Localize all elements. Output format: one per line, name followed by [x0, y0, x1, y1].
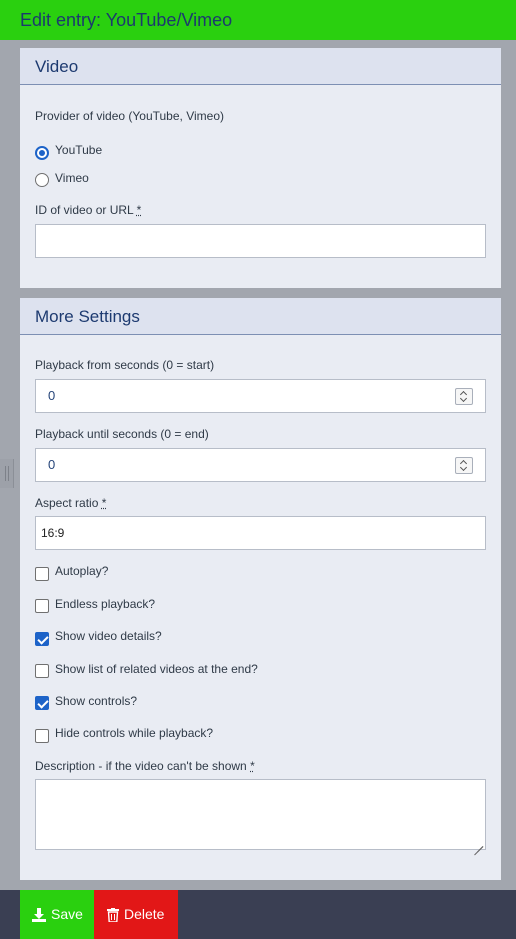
playback-from-stepper[interactable]: [455, 388, 473, 405]
delete-button[interactable]: Delete: [94, 890, 178, 939]
required-marker: *: [136, 203, 142, 217]
sidebar-drag-handle[interactable]: [0, 459, 14, 488]
hide-controls-label[interactable]: Hide controls while playback?: [55, 726, 213, 740]
endless-playback-label[interactable]: Endless playback?: [55, 597, 155, 611]
action-footer: Save Delete: [0, 890, 516, 939]
autoplay-label[interactable]: Autoplay?: [55, 564, 108, 578]
aspect-ratio-label: Aspect ratio *: [35, 496, 106, 510]
video-id-input[interactable]: [35, 224, 486, 258]
aspect-ratio-input[interactable]: 16:9: [35, 516, 486, 550]
required-marker: *: [101, 496, 107, 510]
show-video-details-checkbox[interactable]: [35, 632, 49, 646]
show-related-videos-checkbox[interactable]: [35, 664, 49, 678]
page-title: Edit entry: YouTube/Vimeo: [0, 0, 516, 40]
resize-grip-icon[interactable]: [471, 835, 484, 856]
video-id-label: ID of video or URL *: [35, 203, 141, 217]
playback-until-value: 0: [48, 457, 56, 472]
hide-controls-checkbox[interactable]: [35, 729, 49, 743]
save-button[interactable]: Save: [20, 890, 94, 939]
video-panel-title: Video: [20, 48, 501, 85]
playback-from-input[interactable]: 0: [35, 379, 486, 413]
show-controls-checkbox[interactable]: [35, 696, 49, 710]
required-marker: *: [250, 759, 255, 773]
video-id-label-text: ID of video or URL: [35, 203, 134, 217]
playback-until-label: Playback until seconds (0 = end): [35, 427, 209, 441]
show-controls-label[interactable]: Show controls?: [55, 694, 137, 708]
vimeo-radio[interactable]: [35, 173, 49, 187]
playback-until-input[interactable]: 0: [35, 448, 486, 482]
description-textarea[interactable]: [35, 779, 486, 856]
save-button-label: Save: [51, 906, 83, 922]
youtube-radio-label[interactable]: YouTube: [55, 143, 102, 157]
description-label-text: Description - if the video can't be show…: [35, 759, 247, 773]
show-related-videos-label[interactable]: Show list of related videos at the end?: [55, 662, 258, 676]
trash-icon: [107, 907, 119, 922]
autoplay-checkbox[interactable]: [35, 567, 49, 581]
provider-label: Provider of video (YouTube, Vimeo): [35, 109, 224, 123]
playback-from-label: Playback from seconds (0 = start): [35, 358, 215, 372]
video-panel: Video Provider of video (YouTube, Vimeo)…: [20, 48, 501, 288]
show-video-details-label[interactable]: Show video details?: [55, 629, 162, 643]
more-settings-title: More Settings: [20, 298, 501, 335]
playback-until-stepper[interactable]: [455, 457, 473, 474]
delete-button-label: Delete: [124, 906, 165, 922]
more-settings-panel: More Settings Playback from seconds (0 =…: [20, 298, 501, 880]
aspect-ratio-label-text: Aspect ratio: [35, 496, 99, 510]
download-icon: [32, 907, 46, 922]
endless-playback-checkbox[interactable]: [35, 599, 49, 613]
description-label: Description - if the video can't be show…: [35, 759, 255, 773]
playback-from-value: 0: [48, 388, 56, 403]
vimeo-radio-label[interactable]: Vimeo: [55, 171, 89, 185]
youtube-radio[interactable]: [35, 146, 49, 160]
